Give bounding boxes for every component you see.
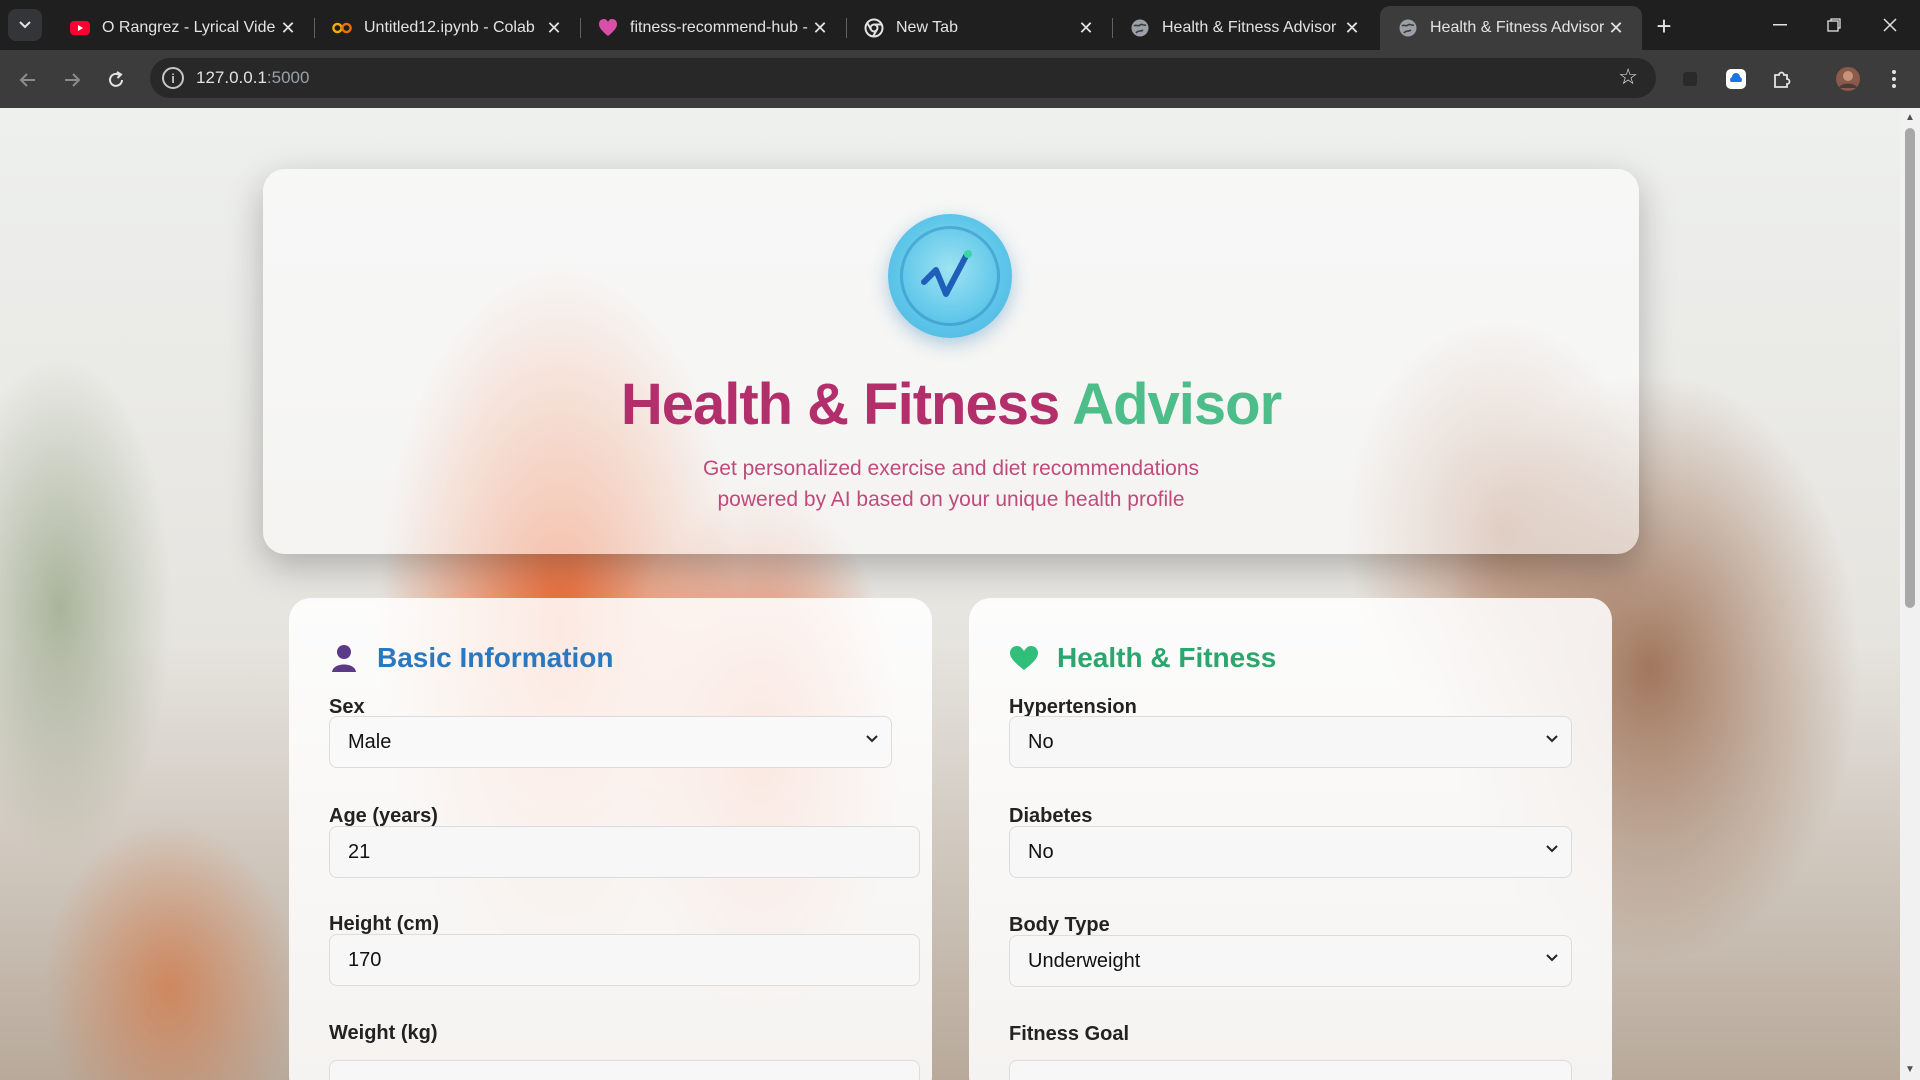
tab-colab[interactable]: Untitled12.ipynb - Colab ✕ <box>314 6 581 50</box>
extension-dark-icon[interactable] <box>1676 65 1704 93</box>
chevron-down-icon <box>19 21 31 29</box>
site-info-icon[interactable]: i <box>162 67 184 89</box>
title-part-accent: Advisor <box>1072 372 1282 437</box>
bookmark-star-icon[interactable]: ☆ <box>1618 64 1638 90</box>
sex-select-value: Male <box>348 730 392 753</box>
pulse-check-icon <box>921 250 972 297</box>
close-icon <box>1883 18 1897 32</box>
height-label: Height (cm) <box>329 913 439 935</box>
url-text: 127.0.0.1:5000 <box>196 68 309 88</box>
globe-icon <box>1398 18 1418 38</box>
arrow-right-icon <box>65 73 81 87</box>
user-icon <box>329 643 359 673</box>
age-label: Age (years) <box>329 805 438 827</box>
body-type-select[interactable]: Underweight <box>1009 935 1572 987</box>
tab-title: New Tab <box>896 19 958 36</box>
health-fitness-header: Health & Fitness <box>1009 642 1276 674</box>
reload-icon <box>109 71 123 87</box>
tab-youtube[interactable]: O Rangrez - Lyrical Video | ✕ <box>52 6 315 50</box>
diabetes-select[interactable]: No <box>1009 826 1572 878</box>
fitness-goal-select[interactable] <box>1009 1060 1572 1080</box>
page-viewport: Health & Fitness Advisor Get personalize… <box>0 108 1900 1080</box>
page-title: Health & Fitness Advisor <box>263 371 1639 438</box>
scroll-up-arrow-icon[interactable]: ▲ <box>1904 112 1916 124</box>
chevron-down-icon <box>1546 735 1558 743</box>
heart-icon <box>1009 643 1039 673</box>
basic-information-header: Basic Information <box>329 642 613 674</box>
fitness-goal-label: Fitness Goal <box>1009 1023 1130 1045</box>
height-input[interactable]: 170 <box>329 934 920 986</box>
height-input-value: 170 <box>348 948 382 971</box>
tab-fitness-advisor-active[interactable]: Health & Fitness Advisor ✕ <box>1380 6 1642 50</box>
tab-title: Health & Fitness Advisor <box>1162 19 1337 36</box>
close-icon[interactable]: ✕ <box>1604 16 1628 40</box>
scroll-down-arrow-icon[interactable]: ▼ <box>1904 1064 1916 1076</box>
app-logo <box>888 214 1012 338</box>
health-fitness-title: Health & Fitness <box>1057 642 1277 673</box>
new-tab-button[interactable]: + <box>1650 11 1678 41</box>
tab-strip: O Rangrez - Lyrical Video | ✕ Untitled12… <box>0 0 1920 50</box>
forward-button[interactable] <box>56 64 88 96</box>
minimize-icon <box>1773 24 1787 26</box>
tab-new-tab[interactable]: New Tab ✕ <box>846 6 1113 50</box>
close-icon[interactable]: ✕ <box>276 16 300 40</box>
chevron-down-icon <box>1546 954 1558 962</box>
close-icon[interactable]: ✕ <box>1340 16 1364 40</box>
youtube-icon <box>70 18 90 38</box>
globe-icon <box>1130 18 1150 38</box>
minimize-button[interactable] <box>1752 0 1808 50</box>
restore-icon <box>1827 18 1841 32</box>
weight-label: Weight (kg) <box>329 1022 438 1044</box>
tab-title: Health & Fitness Advisor <box>1430 19 1604 36</box>
diabetes-select-value: No <box>1028 840 1054 863</box>
close-icon[interactable]: ✕ <box>542 16 566 40</box>
window-close-button[interactable] <box>1862 0 1918 50</box>
weight-input[interactable] <box>329 1060 920 1080</box>
body-type-label: Body Type <box>1009 914 1110 936</box>
scrollbar-thumb[interactable] <box>1905 128 1915 608</box>
colab-icon <box>332 18 352 38</box>
tab-title: Untitled12.ipynb - Colab <box>364 19 535 36</box>
hypertension-select[interactable]: No <box>1009 716 1572 768</box>
reload-button[interactable] <box>100 64 132 96</box>
age-input[interactable]: 21 <box>329 826 920 878</box>
back-button[interactable] <box>12 64 44 96</box>
basic-information-card: Basic Information Sex Male Age (years) 2… <box>289 598 932 1080</box>
page-subtitle: Get personalized exercise and diet recom… <box>702 457 1200 511</box>
heart-app-icon <box>598 18 618 38</box>
diabetes-label: Diabetes <box>1009 805 1093 827</box>
arrow-left-icon <box>19 73 35 87</box>
profile-avatar-icon[interactable] <box>1834 65 1862 93</box>
page-scrollbar[interactable]: ▲ ▼ <box>1900 108 1920 1080</box>
hero-card: Health & Fitness Advisor Get personalize… <box>263 169 1639 554</box>
close-icon[interactable]: ✕ <box>808 16 832 40</box>
chevron-down-icon <box>866 735 878 743</box>
restore-button[interactable] <box>1806 0 1862 50</box>
tab-title: O Rangrez - Lyrical Video | <box>102 19 276 36</box>
basic-information-title: Basic Information <box>377 642 614 673</box>
cloud-extension-icon[interactable] <box>1722 65 1750 93</box>
health-fitness-card: Health & Fitness Hypertension No Diabete… <box>969 598 1612 1080</box>
close-icon[interactable]: ✕ <box>1074 16 1098 40</box>
chevron-down-icon <box>1546 845 1558 853</box>
tab-fitness-hub[interactable]: fitness-recommend-hub - ✕ <box>580 6 847 50</box>
url-port: :5000 <box>266 68 310 87</box>
title-part-main: Health & Fitness <box>620 372 1060 437</box>
tab-search-button[interactable] <box>8 9 42 41</box>
url-host: 127.0.0.1 <box>196 68 267 87</box>
extensions-puzzle-icon[interactable] <box>1768 65 1796 93</box>
address-bar[interactable]: i 127.0.0.1:5000 ☆ <box>150 58 1656 98</box>
browser-toolbar: i 127.0.0.1:5000 ☆ <box>0 50 1920 108</box>
hypertension-select-value: No <box>1028 730 1054 753</box>
tab-title: fitness-recommend-hub - <box>630 19 808 36</box>
chrome-icon <box>864 18 884 38</box>
body-type-select-value: Underweight <box>1028 949 1141 972</box>
sex-select[interactable]: Male <box>329 716 892 768</box>
age-input-value: 21 <box>348 840 371 863</box>
tab-fitness-advisor[interactable]: Health & Fitness Advisor ✕ <box>1112 6 1378 50</box>
more-menu-icon[interactable] <box>1880 65 1908 93</box>
